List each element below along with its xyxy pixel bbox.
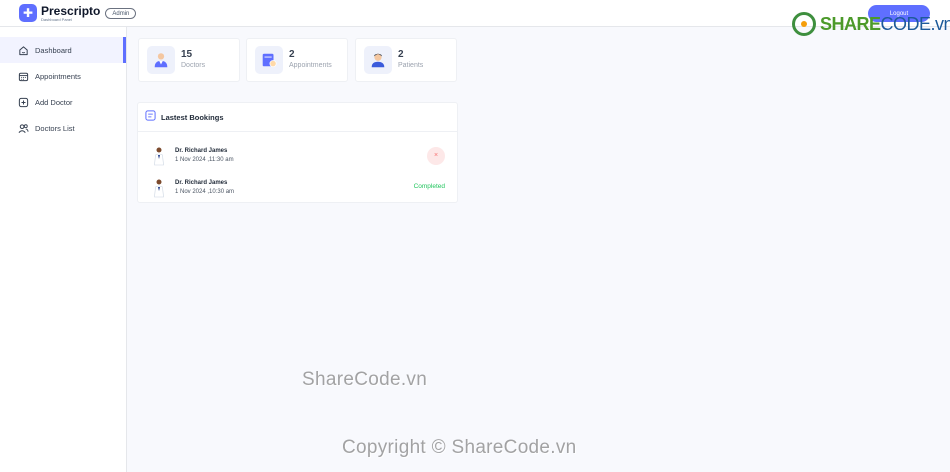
list-icon [145,108,156,126]
brand-subtitle: Dashboard Panel [41,16,72,22]
brand: ✚ Prescripto Dashboard Panel Admin [19,3,137,22]
sidebar-item-dashboard[interactable]: Dashboard [0,37,126,63]
stat-label: Patients [398,62,424,69]
stat-label: Doctors [181,62,206,69]
sidebar-item-label: Add Doctor [35,97,73,107]
watermark-mid-text: ShareCode.vn [302,369,428,390]
calendar-icon [18,71,29,82]
doctor-icon [147,46,175,74]
booking-doctor-name: Dr. Richard James [175,180,228,186]
doctor-avatar [152,146,166,166]
doctor-avatar [152,178,166,198]
status-completed: Completed [413,183,445,190]
sidebar-item-doctors-list[interactable]: Doctors List [0,115,126,141]
booking-date: 1 Nov 2024 ,10:30 am [175,189,235,195]
bookings-title: Lastest Bookings [161,112,224,122]
booking-row: Dr. Richard James 1 Nov 2024 ,11:30 am × [138,141,457,171]
brand-name: Prescripto [41,3,101,18]
home-icon [18,45,29,56]
stat-label: Appointments [289,62,332,69]
sharecode-watermark-logo: SHARECODE.vn [792,12,950,36]
sidebar-item-appointments[interactable]: Appointments [0,63,126,89]
sidebar-item-label: Appointments [35,71,81,81]
stat-card-doctors[interactable]: 15 Doctors [138,38,240,82]
appointment-icon [255,46,283,74]
stat-value: 2 [289,49,295,60]
sidebar: Dashboard Appointments Add Doctor Doctor… [0,27,127,472]
brand-logo-icon: ✚ [19,4,37,22]
stat-card-appointments[interactable]: 2 Appointments [246,38,348,82]
booking-doctor-name: Dr. Richard James [175,148,228,154]
watermark-logo-text-a: SHARE [820,13,881,34]
bookings-header: Lastest Bookings [138,103,457,132]
watermark-copyright-text: Copyright © ShareCode.vn [342,437,577,458]
stat-value: 2 [398,49,404,60]
booking-row: Dr. Richard James 1 Nov 2024 ,10:30 am C… [138,173,457,203]
stat-value: 15 [181,49,193,60]
sidebar-item-add-doctor[interactable]: Add Doctor [0,89,126,115]
add-icon [18,97,29,108]
sidebar-item-label: Doctors List [35,123,75,133]
stat-card-patients[interactable]: 2 Patients [355,38,457,82]
booking-date: 1 Nov 2024 ,11:30 am [175,157,234,163]
sharecode-logo-icon [792,12,816,36]
cancel-booking-button[interactable]: × [427,147,445,165]
patient-icon [364,46,392,74]
people-icon [18,123,29,134]
role-badge: Admin [105,7,137,19]
latest-bookings-panel: Lastest Bookings Dr. Richard James 1 Nov… [137,102,458,203]
sidebar-item-label: Dashboard [35,45,72,55]
watermark-logo-text-b: CODE.vn [880,13,950,34]
